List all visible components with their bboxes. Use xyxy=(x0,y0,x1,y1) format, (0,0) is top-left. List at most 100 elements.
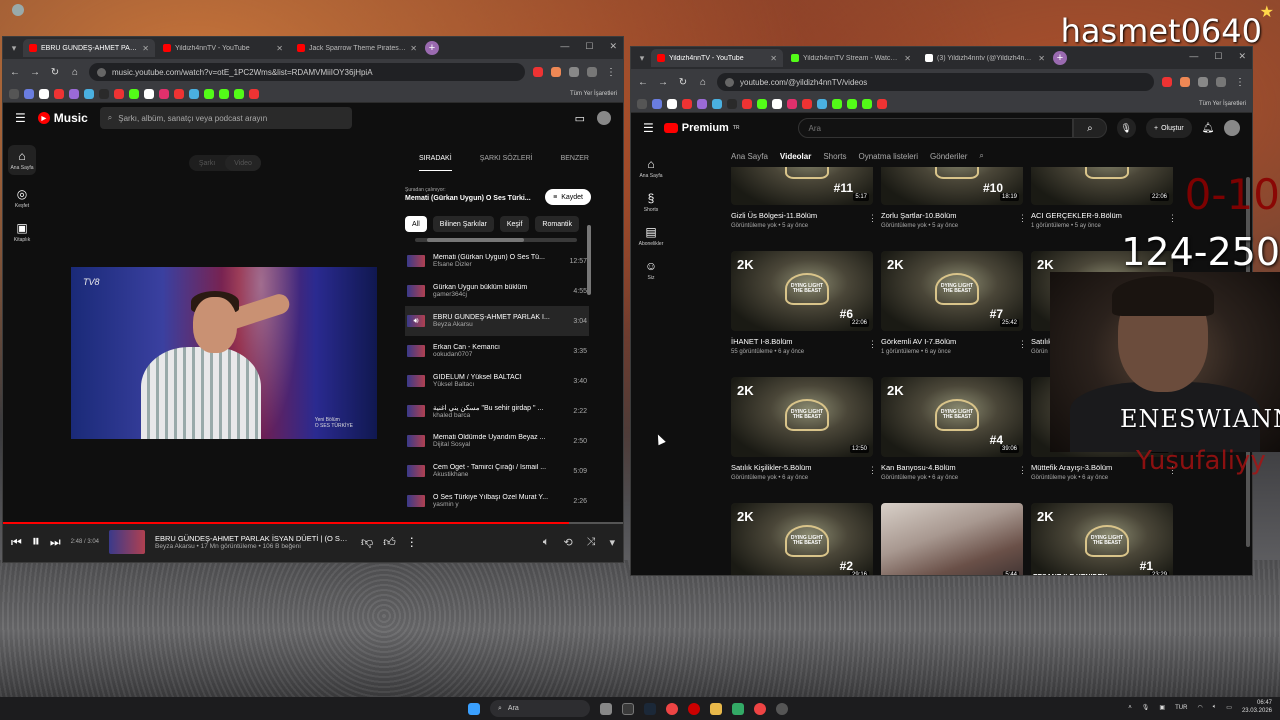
volume-icon[interactable]: 🔈︎ xyxy=(543,536,550,549)
toggle-song[interactable]: Şarkı xyxy=(189,155,225,171)
battery-icon[interactable]: ▭ xyxy=(1226,704,1232,711)
extension-icon[interactable] xyxy=(1162,77,1172,87)
browser-tab[interactable]: Yildizh4nnTV Stream - Watch Live on✕ xyxy=(785,49,917,67)
queue-item[interactable]: Memati (Gürkan Uygun) O Ses Tü... Efsane … xyxy=(405,246,589,276)
video-title[interactable]: Gizli Üs Bölgesi-11.Bölüm xyxy=(731,211,873,220)
queue-item[interactable]: Erkan Can - Kemancı ookudan0707 3:35 xyxy=(405,336,589,366)
avatar[interactable] xyxy=(597,111,611,125)
new-tab-button[interactable]: + xyxy=(1053,51,1067,65)
apps-icon[interactable] xyxy=(637,98,647,109)
video-card[interactable]: THE BEAST 22:06 ACI GERÇEKLER-9.Bölüm 1 gör… xyxy=(1031,167,1177,229)
filter-chip[interactable]: Romantik xyxy=(535,216,579,232)
site-info-icon[interactable] xyxy=(97,67,106,77)
channel-search-icon[interactable]: ⌕ xyxy=(979,151,983,161)
desktop-shortcut-icon[interactable] xyxy=(12,4,24,16)
video-thumbnail[interactable]: 2K DYING LIGHT THE BEAST #7 25:42 xyxy=(881,251,1023,331)
extension-icon[interactable] xyxy=(533,67,543,77)
bookmark-icon[interactable] xyxy=(742,98,752,109)
filter-chip[interactable]: Keşif xyxy=(499,216,530,232)
video-card[interactable]: 2K DYING LIGHT THE BEAST #2 29:16 xyxy=(731,503,873,575)
video-card[interactable]: 2K DYING LIGHT THE BEAST 12:50 Satılık Kişi… xyxy=(731,377,877,481)
bookmark-icon[interactable] xyxy=(99,88,109,99)
bookmark-icon[interactable] xyxy=(667,98,677,109)
sidebar-item-subscriptions[interactable]: ▤ Abonelikler xyxy=(639,225,664,247)
bookmark-icon[interactable] xyxy=(219,88,229,99)
wifi-icon[interactable]: ◠ xyxy=(1197,704,1202,711)
queue-item[interactable]: Memati Öldümde Uyandım Beyaz ... Dijital … xyxy=(405,426,589,456)
bookmark-icon[interactable] xyxy=(189,88,199,99)
app-icon[interactable] xyxy=(732,702,744,715)
video-title[interactable]: ACI GERÇEKLER-9.Bölüm xyxy=(1031,211,1173,220)
bookmark-icon[interactable] xyxy=(712,98,722,109)
bookmark-icon[interactable] xyxy=(802,98,812,109)
video-title[interactable]: Satılık Kişilikler-5.Bölüm xyxy=(731,463,873,472)
bookmark-icon[interactable] xyxy=(234,88,244,99)
more-options-icon[interactable]: ⋮ xyxy=(1018,339,1027,350)
tab-channel[interactable]: Ana Sayfa xyxy=(731,152,768,161)
app-icon[interactable] xyxy=(622,702,634,715)
site-info-icon[interactable] xyxy=(725,77,734,87)
search-input[interactable]: Ara xyxy=(797,118,1074,138)
more-options-icon[interactable]: ⋮ xyxy=(1168,213,1177,224)
ytm-logo[interactable]: ▶ Music xyxy=(37,111,88,125)
task-view-icon[interactable] xyxy=(600,702,612,715)
bookmark-icon[interactable] xyxy=(832,98,842,109)
video-card[interactable]: THE BEAST #115:17 Gizli Üs Bölgesi-11.Bölü… xyxy=(731,167,877,229)
bookmark-icon[interactable] xyxy=(877,98,887,109)
tab-related[interactable]: BENZER xyxy=(561,155,589,173)
clock[interactable]: 06:47 23.03.2026 xyxy=(1242,700,1272,716)
browser-tab[interactable]: Yildizh4nnTV - YouTube ✕ xyxy=(157,39,289,57)
video-card[interactable]: THE BEAST#1018:19 Zorlu Şartlar-10.Bölüm G… xyxy=(881,167,1027,229)
repeat-icon[interactable]: ⟲ xyxy=(563,536,572,549)
video-thumbnail[interactable]: THE BEAST 22:06 xyxy=(1031,167,1173,205)
search-input[interactable]: ⌕ Şarkı, albüm, sanatçı veya podcast ara… xyxy=(99,107,352,129)
chrome-icon[interactable] xyxy=(754,702,766,715)
bookmark-icon[interactable] xyxy=(54,88,64,99)
save-button[interactable]: ≡ Kaydet xyxy=(545,189,591,205)
expand-icon[interactable]: ▾ xyxy=(609,536,615,549)
avatar[interactable] xyxy=(1224,120,1240,136)
more-options-icon[interactable]: ⋮ xyxy=(868,339,877,350)
hamburger-menu-icon[interactable]: ☰ xyxy=(643,121,654,135)
video-card[interactable]: 2K DYING LIGHT THE BEAST #7 25:42 Görkemli A… xyxy=(881,251,1027,355)
bookmark-icon[interactable] xyxy=(727,98,737,109)
maximize-icon[interactable]: ☐ xyxy=(585,41,593,52)
more-options-icon[interactable]: ⋮ xyxy=(868,213,877,224)
video-thumbnail[interactable]: 2KDYING LIGHT THE BEAST#1EFSANE ILE YENI… xyxy=(1031,503,1173,575)
close-tab-icon[interactable]: ✕ xyxy=(770,54,777,63)
previous-icon[interactable]: ⏮ xyxy=(11,535,22,550)
all-bookmarks[interactable]: Tüm Yer İşaretleri xyxy=(570,91,617,97)
bookmark-icon[interactable] xyxy=(24,88,34,99)
filter-chip[interactable]: All xyxy=(405,216,427,232)
now-playing-title[interactable]: EBRU GÜNDEŞ-AHMET PARLAK İSYAN DÜETİ | (… xyxy=(155,534,351,543)
sidebar-item-home[interactable]: ⌂ Ana Sayfa xyxy=(639,157,662,179)
tab-channel[interactable]: Oynatma listeleri xyxy=(858,152,918,161)
avatar[interactable] xyxy=(587,67,597,77)
cast-icon[interactable]: ▭ xyxy=(575,112,585,125)
video-thumbnail[interactable]: THE BEAST #115:17 xyxy=(731,167,873,205)
obs-icon[interactable] xyxy=(776,702,788,715)
more-icon[interactable]: ⋮ xyxy=(406,535,418,549)
video-thumbnail[interactable]: 5:44 xyxy=(881,503,1023,575)
close-tab-icon[interactable]: ✕ xyxy=(904,54,911,63)
bookmark-icon[interactable] xyxy=(772,98,782,109)
tab-channel[interactable]: Videolar xyxy=(780,152,811,161)
pause-icon[interactable]: ⏸ xyxy=(32,533,40,551)
bookmark-icon[interactable] xyxy=(144,88,154,99)
video-title[interactable]: Kan Banyosu-4.Bölüm xyxy=(881,463,1023,472)
bookmark-icon[interactable] xyxy=(159,88,169,99)
forward-icon[interactable]: → xyxy=(29,67,41,78)
chips-scrollbar[interactable] xyxy=(415,238,577,242)
reload-icon[interactable]: ↻ xyxy=(677,77,689,88)
extensions-puzzle-icon[interactable] xyxy=(1198,77,1208,87)
bookmark-icon[interactable] xyxy=(697,98,707,109)
bookmark-icon[interactable] xyxy=(114,88,124,99)
apps-icon[interactable] xyxy=(9,88,19,99)
file-explorer-icon[interactable] xyxy=(710,702,722,715)
video-thumbnail[interactable]: 2K DYING LIGHT THE BEAST #2 29:16 xyxy=(731,503,873,575)
more-options-icon[interactable]: ⋮ xyxy=(1018,465,1027,476)
video-card[interactable]: 5:44 xyxy=(881,503,1023,575)
bookmark-icon[interactable] xyxy=(817,98,827,109)
hamburger-menu-icon[interactable]: ☰ xyxy=(15,111,26,125)
bookmark-icon[interactable] xyxy=(69,88,79,99)
